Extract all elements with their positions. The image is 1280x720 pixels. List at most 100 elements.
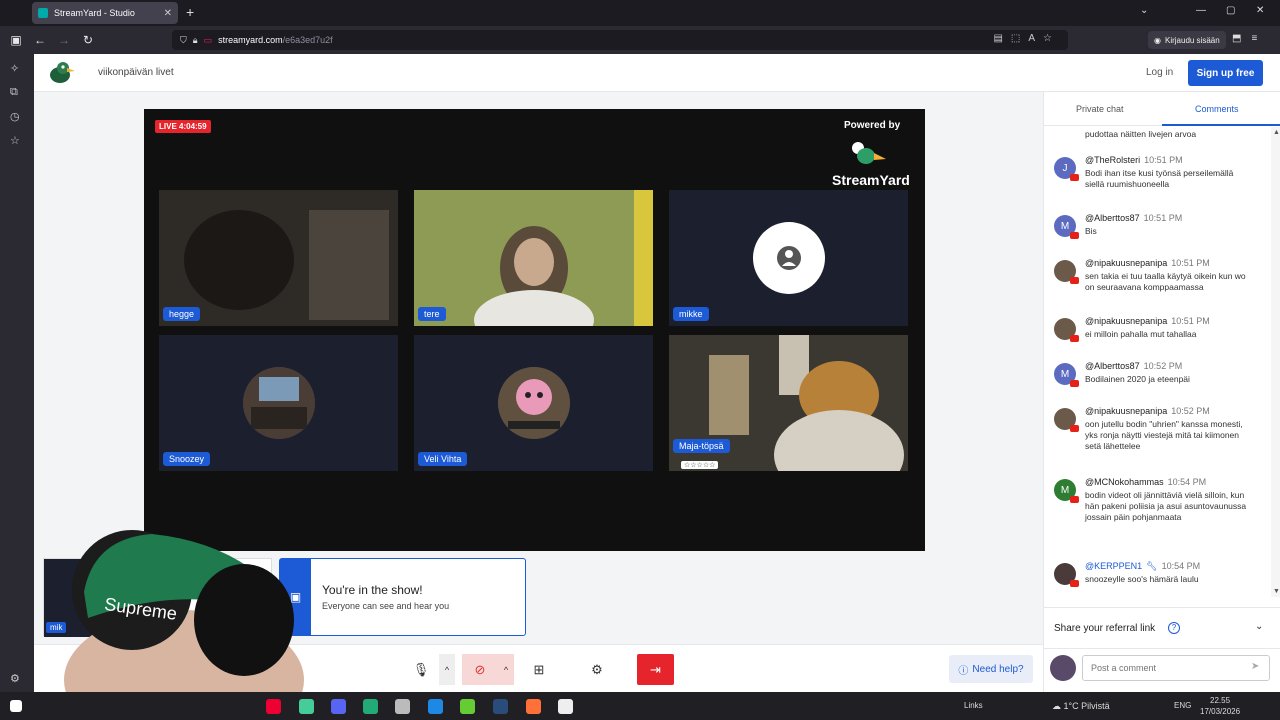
shield-icon: ⛉: [180, 34, 187, 45]
comment-scrollbar[interactable]: ▲ ▼: [1271, 127, 1280, 597]
close-tab-icon[interactable]: ✕: [164, 8, 172, 19]
account-icon: ◉: [1154, 35, 1161, 45]
reload-icon[interactable]: ↻: [76, 33, 100, 47]
app-icon[interactable]: [299, 699, 314, 714]
synced-tabs-icon[interactable]: ⧉: [10, 86, 18, 99]
avatar: [1050, 655, 1076, 681]
tab-comments[interactable]: Comments: [1195, 104, 1239, 114]
weather-widget[interactable]: ☁ 1°C Pilvistä: [1052, 701, 1110, 712]
question-icon[interactable]: ?: [1168, 622, 1180, 634]
comment-list[interactable]: pudottaa näitten livejen arvoa J @TheRol…: [1044, 127, 1270, 597]
camera-off-button[interactable]: ⊘: [462, 654, 498, 685]
tab-title: StreamYard - Studio: [54, 8, 135, 18]
comment-author: @nipakuusnepanipa: [1085, 258, 1168, 268]
leave-studio-button[interactable]: ⇥: [637, 654, 674, 685]
tray-links-label[interactable]: Links: [964, 701, 983, 710]
participant-tile[interactable]: hegge: [159, 190, 398, 326]
participant-name: mikke: [673, 307, 709, 321]
language-indicator[interactable]: ENG: [1174, 701, 1191, 710]
firefox-icon[interactable]: [526, 699, 541, 714]
maximize-icon[interactable]: ▢: [1226, 5, 1235, 16]
referral-section[interactable]: Share your referral link ? ⌄: [1044, 607, 1280, 647]
minimize-icon[interactable]: —: [1196, 5, 1206, 16]
start-icon[interactable]: [10, 700, 22, 712]
send-icon[interactable]: ➤: [1251, 661, 1259, 672]
url-bar[interactable]: ⛉ 🔒︎ ▭ streamyard.com/e6a3ed7u2f ▤⬚A☆: [172, 30, 1068, 50]
mic-options-chevron-icon[interactable]: ^: [439, 654, 455, 685]
bookmarks-icon[interactable]: ☆: [10, 134, 20, 147]
url-host: streamyard.com: [218, 35, 283, 45]
clock-time: 22.55: [1210, 696, 1231, 705]
participant-tile[interactable]: mikke: [669, 190, 908, 326]
tab-private-chat[interactable]: Private chat: [1076, 104, 1124, 114]
toolbar-extensions-icon[interactable]: ⬒≡: [1232, 33, 1267, 44]
participant-rating: ☆☆☆☆☆: [681, 461, 719, 469]
powered-by-label: Powered by: [844, 120, 901, 131]
scroll-up-icon[interactable]: ▲: [1273, 129, 1280, 136]
new-tab-icon[interactable]: +: [186, 4, 194, 20]
app-icon[interactable]: [395, 699, 410, 714]
clock[interactable]: 22.55 17/03/2026: [1200, 695, 1240, 717]
participant-tile[interactable]: Veli Vihta: [414, 335, 653, 471]
history-icon[interactable]: ◷: [10, 110, 20, 123]
streamyard-brand-text: StreamYard: [832, 172, 910, 188]
camera-options-chevron-icon[interactable]: ^: [498, 654, 514, 685]
tab-list-icon[interactable]: ⌄: [1140, 5, 1148, 16]
steam-icon[interactable]: [493, 699, 508, 714]
comment-time: 10:54 PM: [1167, 477, 1207, 487]
comment-text-partial: pudottaa näitten livejen arvoa: [1085, 129, 1197, 139]
avatar: J: [1054, 157, 1079, 181]
participant-tile[interactable]: Maja-töpsä ☆☆☆☆☆: [669, 335, 908, 471]
settings-button[interactable]: ⚙: [584, 654, 610, 685]
app-icon[interactable]: [460, 699, 475, 714]
participant-tile[interactable]: tere: [414, 190, 653, 326]
comment-time: 10:51 PM: [1144, 155, 1183, 165]
chat-tabs: Private chat Comments: [1044, 92, 1280, 126]
settings-gear-icon[interactable]: ⚙: [10, 672, 20, 685]
edge-icon[interactable]: [428, 699, 443, 714]
browser-tab-bar: StreamYard - Studio ✕ + ⌄ — ▢ ✕: [0, 0, 1280, 26]
url-actions-icon[interactable]: ▤⬚A☆: [993, 33, 1060, 44]
camera-feed: [159, 190, 398, 326]
comment-text: Bis: [1085, 226, 1097, 236]
comment-author: @TheRolsteri: [1085, 155, 1141, 165]
app-icon[interactable]: [266, 699, 281, 714]
signup-button[interactable]: Sign up free: [1188, 60, 1263, 86]
comment-text: Bodi ihan itse kusi työnsä perseilemällä…: [1085, 168, 1234, 189]
clock-date: 17/03/2026: [1200, 707, 1241, 716]
post-comment-input[interactable]: [1082, 655, 1270, 681]
login-link[interactable]: Log in: [1146, 67, 1173, 78]
browser-tab[interactable]: StreamYard - Studio ✕: [32, 2, 178, 24]
camera-feed: [414, 190, 653, 326]
active-tab-indicator: [1162, 124, 1280, 126]
avatar: M: [1054, 363, 1079, 387]
back-icon[interactable]: ←: [28, 33, 52, 47]
comment-author: @MCNokohammas: [1085, 477, 1164, 487]
comment-text: snoozeylle soo's hämärä laulu: [1085, 574, 1199, 584]
forward-icon[interactable]: →: [52, 33, 76, 47]
discord-icon[interactable]: [331, 699, 346, 714]
ai-icon[interactable]: ✧: [10, 62, 19, 75]
scroll-down-icon[interactable]: ▼: [1273, 588, 1280, 595]
camera-permission-icon[interactable]: ▭: [204, 35, 213, 46]
microphone-button[interactable]: 🎙︎: [408, 654, 434, 685]
participant-tile[interactable]: Snoozey: [159, 335, 398, 471]
share-screen-button[interactable]: ⊞: [526, 654, 552, 685]
streamyard-duck-logo-icon: [50, 62, 75, 83]
app-icon[interactable]: [558, 699, 573, 714]
youtube-icon: [1070, 335, 1079, 342]
chevron-down-icon[interactable]: ⌄: [1255, 621, 1263, 632]
moderator-wrench-icon: 🔧︎: [1146, 561, 1158, 571]
avatar: [1054, 563, 1079, 587]
youtube-icon: [1070, 174, 1079, 181]
streamer-webcam-overlay: Supreme: [34, 530, 304, 692]
close-window-icon[interactable]: ✕: [1256, 5, 1264, 16]
app-icon[interactable]: [363, 699, 378, 714]
need-help-button[interactable]: ⓘ Need help?: [949, 655, 1033, 683]
avatar-image: [243, 367, 315, 439]
comment-text: ei milloin pahalla mut tahallaa: [1085, 329, 1197, 339]
sidebar-toggle-icon[interactable]: ▣: [4, 33, 28, 47]
avatar: M: [1054, 215, 1079, 239]
account-signin-button[interactable]: ◉ Kirjaudu sisään: [1148, 31, 1226, 49]
comment-text: Bodilainen 2020 ja eteenpäi: [1085, 374, 1190, 384]
